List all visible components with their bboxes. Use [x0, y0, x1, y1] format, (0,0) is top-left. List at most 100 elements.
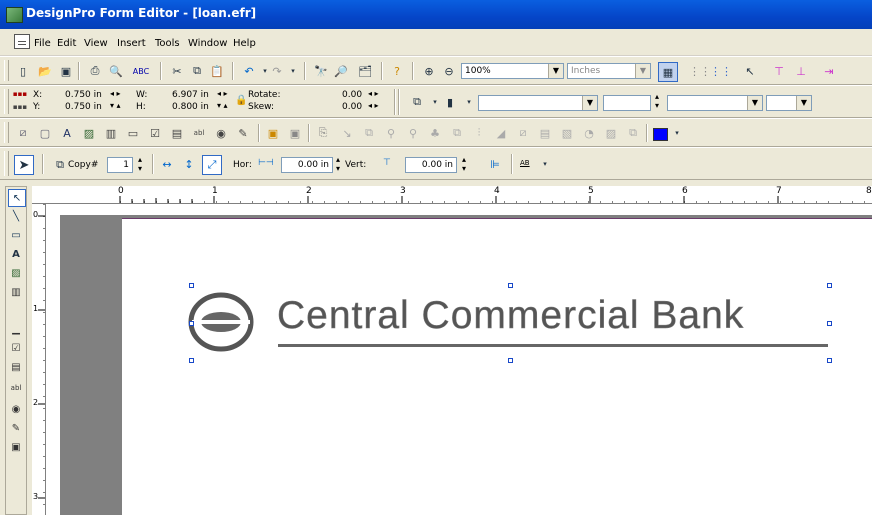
- signature-icon[interactable]: ✎: [8, 420, 24, 436]
- grid-view-icon[interactable]: ▦: [658, 62, 678, 82]
- menu-file[interactable]: File: [34, 38, 51, 49]
- menu-insert[interactable]: Insert: [117, 38, 146, 49]
- print-preview-icon[interactable]: 🔍: [107, 62, 125, 80]
- line-icon[interactable]: ╲: [8, 208, 24, 224]
- disabled-tool-9-icon[interactable]: ⧄: [514, 124, 532, 142]
- select-arrow-icon[interactable]: ↖: [8, 189, 26, 207]
- pen-width-icon[interactable]: ▮: [441, 93, 459, 111]
- h-spinner-icon[interactable]: ▾ ▴: [217, 101, 228, 110]
- h-value[interactable]: 0.800 in: [172, 102, 209, 112]
- checkbox-icon[interactable]: ☑: [8, 340, 24, 356]
- resize-handle-right[interactable]: [827, 321, 832, 326]
- rotate-spinner-icon[interactable]: ◂ ▸: [368, 89, 379, 98]
- text-tool-icon[interactable]: A: [58, 124, 76, 142]
- x-value[interactable]: 0.750 in: [65, 90, 102, 100]
- size-icon[interactable]: ⇥: [820, 62, 838, 80]
- spellcheck-icon[interactable]: ABC: [132, 62, 150, 80]
- disabled-tool-4-icon[interactable]: ⚲: [404, 124, 422, 142]
- field-icon[interactable]: ▁: [8, 321, 24, 337]
- disabled-tool-7-icon[interactable]: ⫶: [470, 124, 488, 142]
- disabled-tool-5-icon[interactable]: ♣: [426, 124, 444, 142]
- copy-icon[interactable]: ⧉: [188, 62, 206, 80]
- disabled-tool-12-icon[interactable]: ◔: [580, 124, 598, 142]
- label-tool-icon[interactable]: abl: [190, 124, 208, 142]
- field-tool-icon[interactable]: ▭: [124, 124, 142, 142]
- zoom-combo[interactable]: 100% ▼: [461, 63, 564, 79]
- label-icon[interactable]: abl: [8, 380, 24, 396]
- toolbar-grip[interactable]: [4, 122, 9, 143]
- copy-multiple-icon[interactable]: ⧉: [51, 156, 69, 174]
- print-icon[interactable]: ⎙: [86, 62, 104, 80]
- resize-handle-top[interactable]: [508, 283, 513, 288]
- rectangle-icon[interactable]: ▭: [8, 227, 24, 243]
- find-icon[interactable]: 🔭: [312, 62, 330, 80]
- rectangle-tool-icon[interactable]: ▢: [36, 124, 54, 142]
- form-grey-icon[interactable]: ▣: [286, 124, 304, 142]
- x-spinner-icon[interactable]: ◂ ▸: [110, 89, 121, 98]
- line-style-icon[interactable]: ⧉: [408, 93, 426, 111]
- signature-tool-icon[interactable]: ✎: [234, 124, 252, 142]
- toolbar-grip[interactable]: [4, 89, 9, 114]
- lock-icon[interactable]: 🔒: [235, 95, 247, 106]
- w-value[interactable]: 6.907 in: [172, 90, 209, 100]
- disabled-tool-6-icon[interactable]: ⧉: [448, 124, 466, 142]
- document-icon[interactable]: [14, 34, 30, 49]
- menu-window[interactable]: Window: [188, 38, 227, 49]
- horizontal-arrows-icon[interactable]: ↔: [158, 155, 176, 173]
- zoom-in-icon[interactable]: ⊕: [420, 62, 438, 80]
- table-icon[interactable]: ▤: [8, 359, 24, 375]
- paste-icon[interactable]: 📋: [208, 62, 226, 80]
- w-spinner-icon[interactable]: ◂ ▸: [217, 89, 228, 98]
- disabled-tool-8-icon[interactable]: ◢: [492, 124, 510, 142]
- font-size-spinner-icon[interactable]: ▴ ▾: [655, 92, 659, 110]
- help-icon[interactable]: ?: [388, 62, 406, 80]
- diagonal-arrows-icon[interactable]: ⤢: [202, 155, 222, 175]
- chevron-down-icon[interactable]: ▼: [747, 96, 762, 110]
- copy-format-icon[interactable]: ⎘: [314, 124, 332, 142]
- cut-icon[interactable]: ✂: [168, 62, 186, 80]
- disabled-tool-2-icon[interactable]: ⧉: [360, 124, 378, 142]
- align-icon[interactable]: ⊤: [770, 62, 788, 80]
- image-tool-icon[interactable]: ▨: [80, 124, 98, 142]
- menu-tools[interactable]: Tools: [155, 38, 180, 49]
- disabled-tool-11-icon[interactable]: ▧: [558, 124, 576, 142]
- skew-spinner-icon[interactable]: ◂ ▸: [368, 101, 379, 110]
- y-anchor-icon[interactable]: ▪▪▪: [13, 101, 27, 113]
- disabled-tool-14-icon[interactable]: ⧉: [624, 124, 642, 142]
- new-icon[interactable]: ▯: [14, 62, 32, 80]
- barcode-tool-icon[interactable]: ▥: [102, 124, 120, 142]
- menu-help[interactable]: Help: [233, 38, 256, 49]
- font-name-combo[interactable]: ▼: [478, 95, 598, 111]
- disabled-tool-13-icon[interactable]: ▨: [602, 124, 620, 142]
- chevron-down-icon[interactable]: ▼: [635, 64, 650, 78]
- resize-handle-left[interactable]: [189, 321, 194, 326]
- fill-color-swatch[interactable]: [653, 128, 668, 141]
- disabled-tool-1-icon[interactable]: ↘: [338, 124, 356, 142]
- hor-spacing-field[interactable]: 0.00 in: [281, 157, 333, 173]
- resize-handle-top-left[interactable]: [189, 283, 194, 288]
- open-icon[interactable]: 📂: [36, 62, 54, 80]
- picture-icon[interactable]: ▨: [8, 265, 24, 281]
- find-replace-icon[interactable]: 🔎: [332, 62, 350, 80]
- properties-icon[interactable]: 🗂: [356, 62, 374, 80]
- hor-spinner-icon[interactable]: ▴ ▾: [336, 155, 340, 173]
- disabled-tool-10-icon[interactable]: ▤: [536, 124, 554, 142]
- radio-icon[interactable]: ◉: [8, 401, 24, 417]
- text-format-label[interactable]: AB: [520, 159, 530, 167]
- font-size-combo[interactable]: [603, 95, 651, 111]
- pointer-icon[interactable]: ➤: [14, 155, 34, 175]
- copy-spinner-icon[interactable]: ▴ ▾: [138, 155, 142, 173]
- toolbar-grip[interactable]: [4, 151, 9, 176]
- vertical-arrows-icon[interactable]: ↕: [180, 155, 198, 173]
- select-tool-icon[interactable]: ↖: [741, 62, 759, 80]
- y-value[interactable]: 0.750 in: [65, 102, 102, 112]
- table-tool-icon[interactable]: ▤: [168, 124, 186, 142]
- chevron-down-icon[interactable]: ▼: [796, 96, 811, 110]
- snap-grid-icon[interactable]: ⋮⋮: [710, 62, 732, 80]
- distribute-icon[interactable]: ⊥: [792, 62, 810, 80]
- color-combo[interactable]: ▼: [766, 95, 812, 111]
- toolbar-grip[interactable]: [4, 60, 9, 81]
- chevron-down-icon[interactable]: ▼: [582, 96, 597, 110]
- vert-spacing-field[interactable]: 0.00 in: [405, 157, 457, 173]
- menu-view[interactable]: View: [84, 38, 108, 49]
